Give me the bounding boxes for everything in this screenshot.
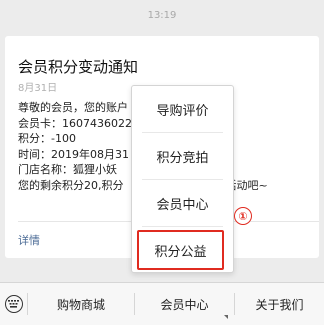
annotation-marker: ① [234,207,252,225]
popup-divider [142,226,223,227]
popup-item-points-charity[interactable]: 积分公益 [137,230,224,270]
bottom-menu-bar: 购物商城 会员中心 关于我们 [0,282,324,325]
details-link[interactable]: 详情 [18,232,40,248]
keyboard-icon [4,295,23,313]
popup-item-points-auction[interactable]: 积分竞拍 [132,133,233,179]
tab-shopping-mall[interactable]: 购物商城 [28,283,134,325]
notification-date: 8月31日 [18,83,58,94]
message-timestamp: 13:19 [147,10,177,21]
submenu-indicator-icon [224,315,228,319]
notification-title: 会员积分变动通知 [18,58,139,76]
popup-item-member-center[interactable]: 会员中心 [132,180,233,226]
keyboard-toggle-button[interactable] [0,283,27,325]
tab-member-center[interactable]: 会员中心 [135,283,234,325]
popup-menu: 导购评价 积分竞拍 会员中心 积分公益 [131,85,234,273]
tab-about-us[interactable]: 关于我们 [235,283,324,325]
tab-member-center-label: 会员中心 [160,297,209,312]
popup-item-guide-review[interactable]: 导购评价 [132,86,233,132]
